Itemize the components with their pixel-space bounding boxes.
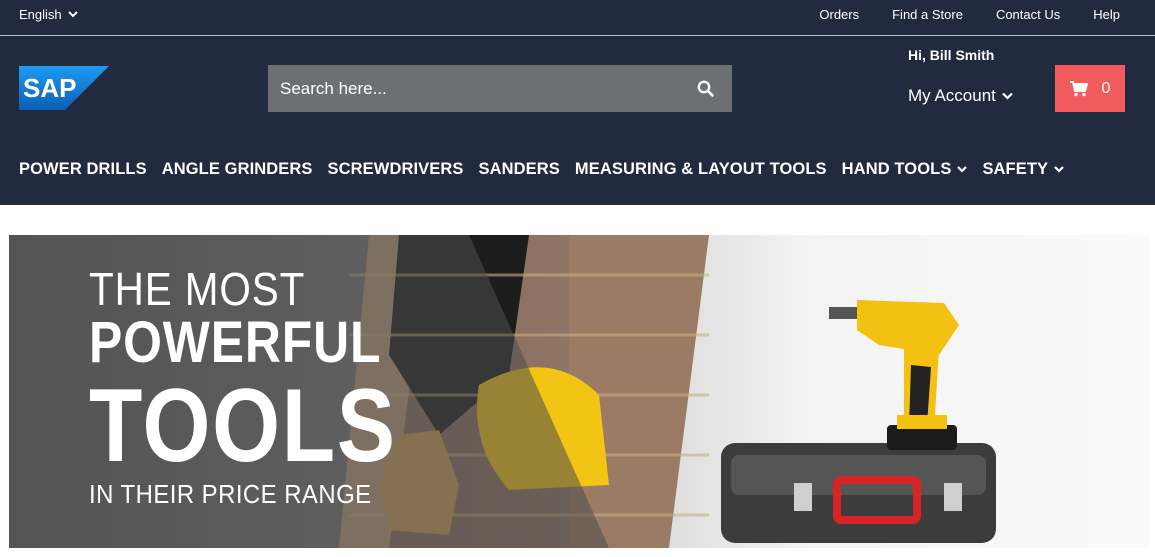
sap-logo-text: SAP bbox=[23, 73, 76, 103]
language-label: English bbox=[19, 7, 62, 22]
chevron-down-icon bbox=[67, 11, 78, 18]
search-input[interactable] bbox=[280, 65, 678, 112]
site-header: SAP Hi, Bill Smith My Account 0 POWER DR… bbox=[0, 36, 1155, 205]
nav-item-label: ANGLE GRINDERS bbox=[161, 160, 313, 178]
utility-links: Orders Find a Store Contact Us Help bbox=[819, 7, 1120, 22]
hero-banner[interactable]: THE MOST POWERFUL TOOLS IN THEIR PRICE R… bbox=[9, 235, 1149, 548]
find-a-store-link[interactable]: Find a Store bbox=[892, 7, 963, 22]
top-utility-bar: English Orders Find a Store Contact Us H… bbox=[0, 0, 1155, 36]
user-greeting: Hi, Bill Smith bbox=[908, 47, 995, 63]
nav-item-sanders[interactable]: SANDERS bbox=[479, 160, 560, 179]
nav-item-measuring-layout-tools[interactable]: MEASURING & LAYOUT TOOLS bbox=[575, 160, 827, 179]
my-account-menu[interactable]: My Account bbox=[908, 86, 1013, 106]
hero-line-4: IN THEIR PRICE RANGE bbox=[89, 479, 372, 509]
help-link[interactable]: Help bbox=[1093, 7, 1120, 22]
search-icon bbox=[697, 80, 714, 97]
hero-line-3: TOOLS bbox=[89, 368, 397, 484]
category-nav: POWER DRILLS ANGLE GRINDERS SCREWDRIVERS… bbox=[19, 160, 1064, 179]
cart-button[interactable]: 0 bbox=[1055, 65, 1125, 112]
orders-link[interactable]: Orders bbox=[819, 7, 859, 22]
language-selector[interactable]: English bbox=[19, 7, 78, 22]
search-button[interactable] bbox=[678, 65, 732, 112]
nav-item-safety[interactable]: SAFETY bbox=[982, 160, 1064, 179]
my-account-label: My Account bbox=[908, 86, 996, 105]
chevron-down-icon bbox=[957, 166, 968, 173]
sap-logo[interactable]: SAP bbox=[19, 66, 109, 110]
nav-item-label: MEASURING & LAYOUT TOOLS bbox=[574, 160, 827, 178]
nav-item-label: SAFETY bbox=[982, 160, 1049, 178]
cart-icon bbox=[1069, 80, 1088, 96]
search-bar bbox=[268, 65, 732, 112]
hero-line-1: THE MOST bbox=[89, 263, 306, 315]
nav-item-label: POWER DRILLS bbox=[19, 160, 147, 178]
nav-item-label: SCREWDRIVERS bbox=[327, 160, 464, 178]
chevron-down-icon bbox=[1054, 166, 1064, 173]
cart-count: 0 bbox=[1101, 79, 1111, 97]
nav-item-angle-grinders[interactable]: ANGLE GRINDERS bbox=[162, 160, 313, 179]
nav-item-power-drills[interactable]: POWER DRILLS bbox=[19, 160, 147, 179]
chevron-down-icon bbox=[1002, 92, 1013, 100]
hero-line-2: POWERFUL bbox=[89, 310, 382, 375]
nav-item-screwdrivers[interactable]: SCREWDRIVERS bbox=[328, 160, 464, 179]
nav-item-label: HAND TOOLS bbox=[841, 160, 952, 178]
nav-item-label: SANDERS bbox=[478, 160, 560, 178]
nav-item-hand-tools[interactable]: HAND TOOLS bbox=[842, 160, 968, 179]
contact-us-link[interactable]: Contact Us bbox=[996, 7, 1060, 22]
hero-headline: THE MOST POWERFUL TOOLS IN THEIR PRICE R… bbox=[89, 265, 455, 509]
